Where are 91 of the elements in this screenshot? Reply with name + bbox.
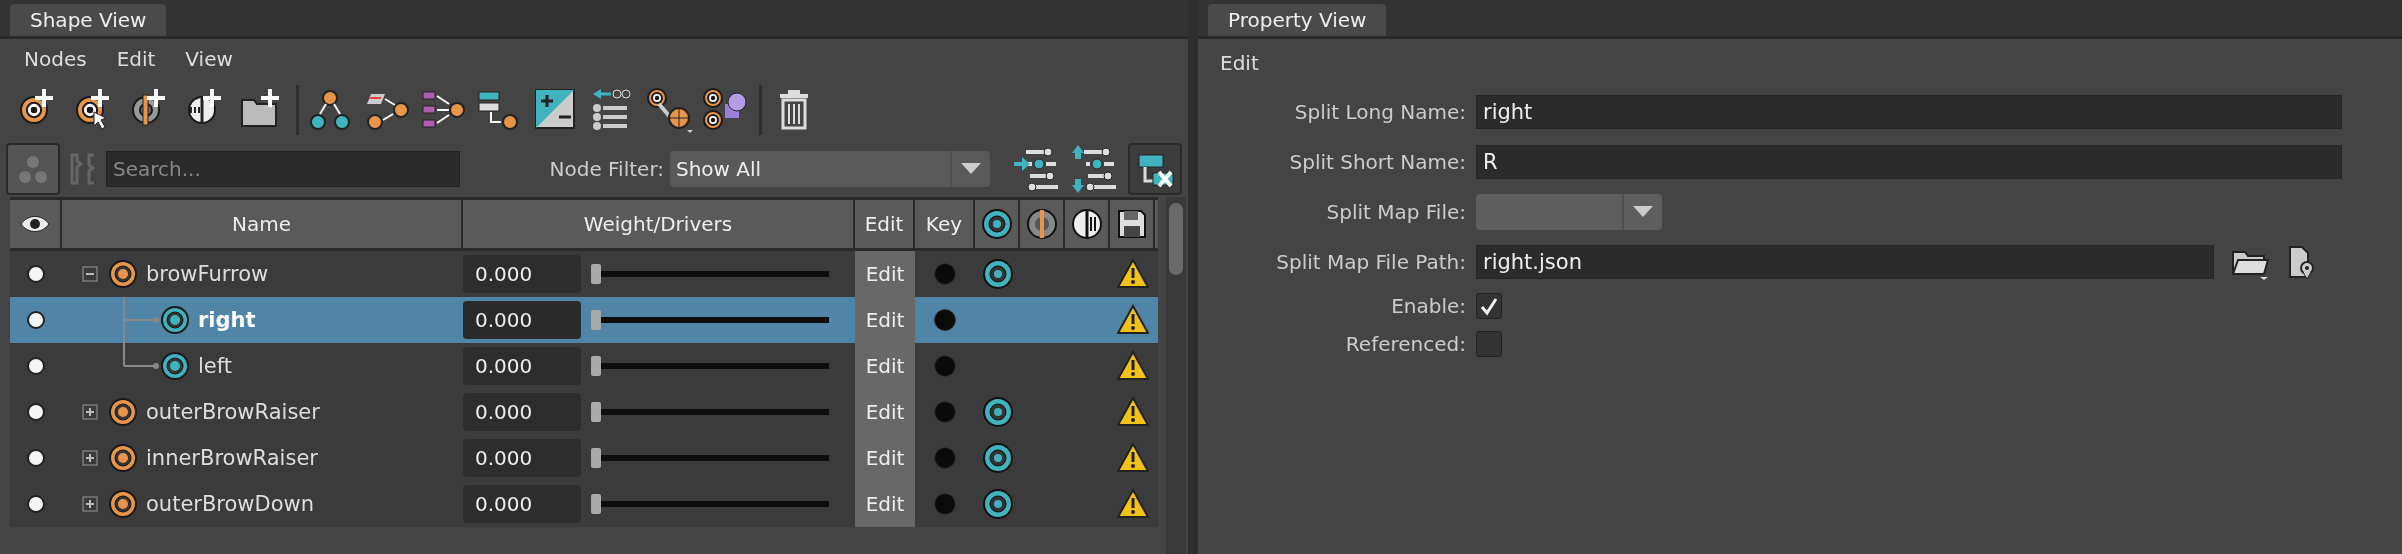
edit-button[interactable]: Edit xyxy=(855,343,915,389)
shape-icon xyxy=(108,443,138,473)
target-icon xyxy=(160,305,190,335)
expand-toggle[interactable] xyxy=(82,266,98,282)
table-row[interactable]: left 0.000 Edit xyxy=(10,343,1158,389)
key-dot[interactable] xyxy=(934,263,956,285)
weight-field[interactable]: 0.000 xyxy=(463,347,581,385)
shape-icon xyxy=(108,489,138,519)
slider-reorder-icon[interactable] xyxy=(1072,145,1118,193)
visibility-dot[interactable] xyxy=(27,495,45,513)
node-graph-button[interactable] xyxy=(6,143,60,195)
node-filter-dropdown[interactable]: Show All xyxy=(670,151,990,187)
edit-button[interactable]: Edit xyxy=(855,435,915,481)
key-dot[interactable] xyxy=(934,401,956,423)
target-icon xyxy=(160,351,190,381)
field-label: Referenced: xyxy=(1344,332,1467,356)
node-name: left xyxy=(198,354,232,378)
filter-label: Node Filter: xyxy=(549,157,664,181)
weight-field[interactable]: 0.000 xyxy=(463,255,581,293)
visibility-dot[interactable] xyxy=(27,357,45,375)
edit-button[interactable]: Edit xyxy=(855,481,915,527)
eye-icon xyxy=(20,214,50,234)
split-icon[interactable] xyxy=(1025,208,1058,240)
node-name: outerBrowDown xyxy=(146,492,315,516)
key-dot[interactable] xyxy=(934,355,956,377)
column-header[interactable]: Key xyxy=(915,200,975,248)
field-label: Split Map File: xyxy=(1325,200,1467,224)
save-icon[interactable] xyxy=(1115,208,1148,240)
key-dot[interactable] xyxy=(934,493,956,515)
slider-thumb[interactable] xyxy=(591,402,601,422)
slider-thumb[interactable] xyxy=(591,356,601,376)
slider-thumb[interactable] xyxy=(591,448,601,468)
field-label: Split Map File Path: xyxy=(1275,250,1467,274)
edit-button[interactable]: Edit xyxy=(855,297,915,343)
shape-icon xyxy=(108,397,138,427)
panel-tab[interactable]: Property View xyxy=(1208,4,1387,36)
edit-button[interactable]: Edit xyxy=(855,389,915,435)
visibility-dot[interactable] xyxy=(27,265,45,283)
slider-thumb[interactable] xyxy=(591,310,601,330)
panel-tab[interactable]: Shape View xyxy=(10,4,167,36)
field-label: Split Short Name: xyxy=(1288,150,1467,174)
slider-move-icon[interactable] xyxy=(1014,145,1060,193)
key-dot[interactable] xyxy=(934,309,956,331)
visibility-dot[interactable] xyxy=(27,449,45,467)
menu-item[interactable]: Nodes xyxy=(24,47,87,71)
weight-field[interactable]: 0.000 xyxy=(463,485,581,523)
menu-item[interactable]: View xyxy=(185,47,233,71)
weight-field[interactable]: 0.000 xyxy=(463,393,581,431)
node-name: right xyxy=(198,308,256,332)
path-field[interactable]: right.json xyxy=(1476,245,2214,279)
checkbox[interactable] xyxy=(1476,331,1502,357)
table-row[interactable]: outerBrowRaiser 0.000 Edit xyxy=(10,389,1158,435)
field-label: Enable: xyxy=(1390,294,1467,318)
node-name: innerBrowRaiser xyxy=(146,446,318,470)
menu-item[interactable]: Edit xyxy=(116,47,156,71)
column-header[interactable]: Edit xyxy=(855,200,915,248)
ruler-icon[interactable] xyxy=(1070,208,1103,240)
search-field[interactable]: Search... xyxy=(106,151,460,187)
table-row[interactable]: right 0.000 Edit xyxy=(10,297,1158,343)
expand-toggle[interactable] xyxy=(82,450,98,466)
visibility-dot[interactable] xyxy=(27,311,45,329)
text-field[interactable]: right xyxy=(1476,95,2342,129)
expand-toggle[interactable] xyxy=(82,496,98,512)
node-name: outerBrowRaiser xyxy=(146,400,320,424)
section-title: Edit xyxy=(1219,50,1260,77)
node-name: browFurrow xyxy=(146,262,269,286)
caret-icon xyxy=(1633,206,1653,218)
slider-thumb[interactable] xyxy=(591,494,601,514)
edit-button[interactable]: Edit xyxy=(855,251,915,297)
visibility-dot[interactable] xyxy=(27,403,45,421)
shape-icon xyxy=(108,259,138,289)
table-row[interactable]: innerBrowRaiser 0.000 Edit xyxy=(10,435,1158,481)
field-label: Split Long Name: xyxy=(1293,100,1467,124)
scrollbar-thumb[interactable] xyxy=(1169,203,1183,275)
key-dot[interactable] xyxy=(934,447,956,469)
table-row[interactable]: browFurrow 0.000 Edit xyxy=(10,251,1158,297)
export-globe-icon[interactable] xyxy=(645,86,693,134)
weight-field[interactable]: 0.000 xyxy=(463,301,581,339)
target-icon[interactable] xyxy=(980,208,1013,240)
text-field[interactable]: R xyxy=(1476,145,2342,179)
remove-hierarchy-button[interactable] xyxy=(1128,143,1182,195)
expand-toggle[interactable] xyxy=(82,404,98,420)
column-header[interactable]: Name xyxy=(62,200,463,248)
table-row[interactable]: outerBrowDown 0.000 Edit xyxy=(10,481,1158,527)
column-header[interactable]: Weight/Drivers xyxy=(463,200,855,248)
node-graph-icon xyxy=(18,154,48,184)
caret-icon xyxy=(961,163,981,175)
slider-thumb[interactable] xyxy=(591,264,601,284)
checkbox[interactable] xyxy=(1476,293,1502,319)
file-pin-icon[interactable] xyxy=(2286,244,2316,280)
weight-field[interactable]: 0.000 xyxy=(463,439,581,477)
